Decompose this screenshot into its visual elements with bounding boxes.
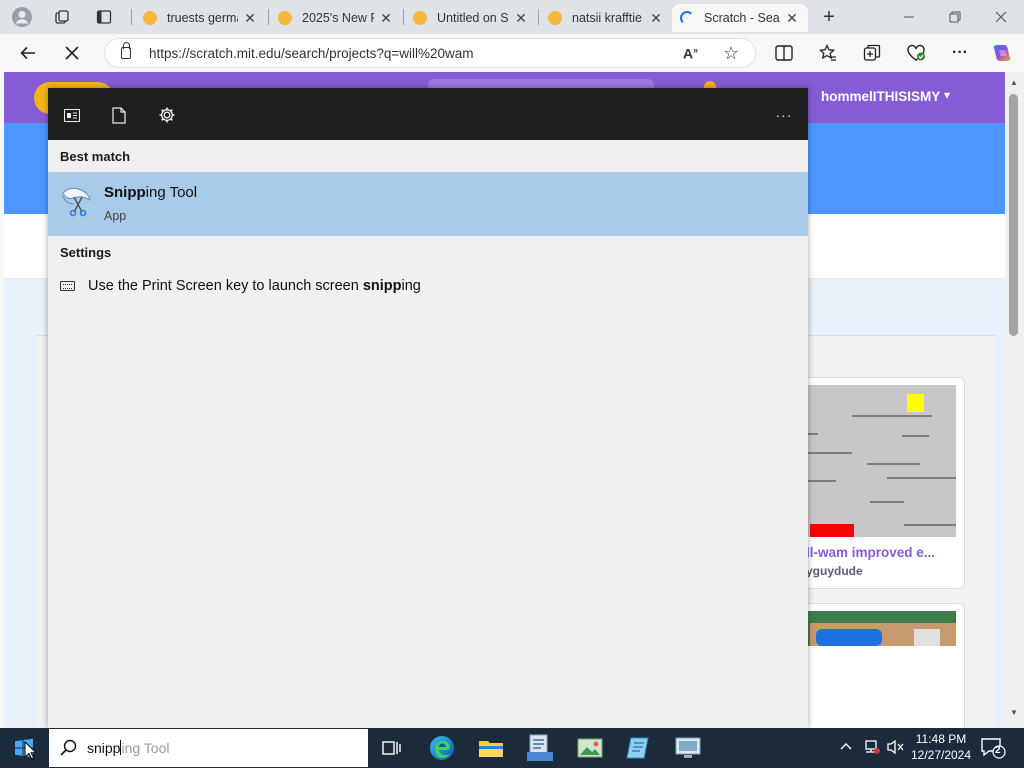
tab-title: Scratch - Sear <box>704 11 780 25</box>
browser-tab-strip: truests germa ✕ 2025's New Fr ✕ Untitled… <box>0 0 1024 34</box>
result-title: Snipping Tool <box>104 184 197 201</box>
scratch-favicon-icon <box>413 11 427 25</box>
tab-4[interactable]: natsii krafftie ✕ <box>540 4 672 32</box>
best-match-result[interactable]: Snipping Tool App <box>48 172 808 236</box>
new-tab-button[interactable]: + <box>818 6 840 28</box>
back-button[interactable] <box>14 40 42 66</box>
settings-result[interactable]: Use the Print Screen key to launch scree… <box>48 272 808 302</box>
tab-title: truests germa <box>167 11 238 25</box>
scrollbar-thumb[interactable] <box>1009 94 1018 336</box>
volume-muted-icon[interactable] <box>886 739 904 758</box>
all-results-icon[interactable] <box>61 104 83 126</box>
search-typed-text: snipp <box>87 740 121 756</box>
scratch-favicon-icon <box>143 11 157 25</box>
settings-text-suffix: ing <box>401 278 421 294</box>
browser-essentials-icon[interactable] <box>902 40 930 66</box>
network-icon[interactable] <box>862 739 880 758</box>
result-type: App <box>104 209 127 223</box>
scratch-favicon-icon <box>548 11 562 25</box>
settings-result-text: Use the Print Screen key to launch scree… <box>88 278 421 294</box>
close-tab-icon[interactable]: ✕ <box>648 10 664 27</box>
workspaces-icon[interactable] <box>51 6 73 28</box>
url-text[interactable]: https://scratch.mit.edu/search/projects?… <box>149 46 474 61</box>
edge-browser-icon[interactable] <box>426 732 458 764</box>
navigation-bar: https://scratch.mit.edu/search/projects?… <box>0 34 1024 72</box>
favorite-star-icon[interactable]: ☆ <box>723 43 739 64</box>
gear-icon[interactable] <box>156 104 178 126</box>
file-explorer-icon[interactable] <box>475 732 507 764</box>
minimize-button[interactable] <box>886 0 932 34</box>
tab-1[interactable]: truests germa ✕ <box>135 4 266 32</box>
notification-count-badge: 2 <box>995 745 1001 756</box>
chevron-up-icon[interactable] <box>840 739 852 754</box>
result-title-rest: ing Tool <box>145 184 198 201</box>
taskbar-search-box[interactable]: snipping Tool <box>49 729 368 767</box>
scroll-up-arrow-icon[interactable]: ▲ <box>1010 78 1018 87</box>
copilot-icon[interactable] <box>988 40 1016 66</box>
close-tab-icon[interactable]: ✕ <box>378 10 394 27</box>
collections-icon[interactable] <box>858 40 886 66</box>
result-title-match: Snipp <box>104 184 146 201</box>
tab-title: Untitled on Sc <box>437 11 509 25</box>
tab-2[interactable]: 2025's New Fr ✕ <box>270 4 402 32</box>
favorites-icon[interactable] <box>814 40 842 66</box>
stop-loading-button[interactable] <box>58 40 86 66</box>
read-aloud-icon[interactable]: A» <box>683 45 698 62</box>
windows-search-flyout: ··· Best match Snipping Tool App Setting… <box>48 88 808 728</box>
keyboard-icon <box>60 281 75 291</box>
page-scrollbar[interactable]: ▲ ▼ <box>1005 72 1024 728</box>
image-viewer-icon[interactable] <box>574 732 606 764</box>
lock-icon[interactable] <box>121 42 131 59</box>
profile-avatar-icon[interactable] <box>11 6 33 28</box>
chevron-down-icon[interactable]: ▾ <box>944 88 950 102</box>
project-author[interactable]: yguydude <box>806 564 863 578</box>
snipping-tool-icon <box>60 185 92 217</box>
scratch-favicon-icon <box>278 11 292 25</box>
loading-spinner-icon <box>680 11 694 25</box>
settings-more-icon[interactable]: ··· <box>946 40 974 66</box>
username[interactable]: hommelITHISISMY <box>821 89 940 104</box>
tab-3[interactable]: Untitled on Sc ✕ <box>405 4 537 32</box>
project-thumbnail[interactable] <box>804 385 956 537</box>
project-title[interactable]: ll-wam improved e... <box>806 545 935 560</box>
split-screen-icon[interactable] <box>770 40 798 66</box>
search-icon <box>60 739 77 759</box>
search-input[interactable]: snipping Tool <box>87 740 169 756</box>
documents-icon[interactable] <box>108 104 130 126</box>
close-tab-icon[interactable]: ✕ <box>513 10 529 27</box>
settings-text-prefix: Use the Print Screen key to launch scree… <box>88 278 363 294</box>
more-options-icon[interactable]: ··· <box>773 104 795 126</box>
best-match-heading: Best match <box>60 149 131 164</box>
task-view-icon[interactable] <box>376 732 408 764</box>
clock-time: 11:48 PM <box>915 732 967 746</box>
restore-button[interactable] <box>932 0 978 34</box>
tab-5-active[interactable]: Scratch - Sear ✕ <box>672 4 808 32</box>
clock-date: 12/27/2024 <box>910 748 972 762</box>
address-bar[interactable]: https://scratch.mit.edu/search/projects?… <box>104 38 756 68</box>
tab-title: natsii krafftie <box>572 11 642 25</box>
mouse-cursor-icon <box>24 740 38 763</box>
tab-actions-icon[interactable] <box>93 6 115 28</box>
close-window-button[interactable] <box>978 0 1024 34</box>
remote-desktop-icon[interactable] <box>672 732 704 764</box>
close-tab-icon[interactable]: ✕ <box>784 10 800 27</box>
taskbar: snipping Tool 11:48 PM 12/27/2024 2 <box>0 728 1024 768</box>
app-shortcut-icon[interactable] <box>524 732 556 764</box>
action-center-button[interactable]: 2 <box>980 736 1006 760</box>
search-flyout-header: ··· <box>48 88 808 140</box>
settings-heading: Settings <box>60 245 112 260</box>
notepad-app-icon[interactable] <box>622 732 654 764</box>
project-thumbnail[interactable] <box>804 611 956 646</box>
close-tab-icon[interactable]: ✕ <box>242 10 258 27</box>
settings-text-match: snipp <box>362 278 402 294</box>
search-suggestion-text: ing Tool <box>121 740 170 756</box>
scroll-down-arrow-icon[interactable]: ▼ <box>1010 708 1018 717</box>
clock[interactable]: 11:48 PM 12/27/2024 <box>910 731 972 763</box>
tab-title: 2025's New Fr <box>302 11 374 25</box>
